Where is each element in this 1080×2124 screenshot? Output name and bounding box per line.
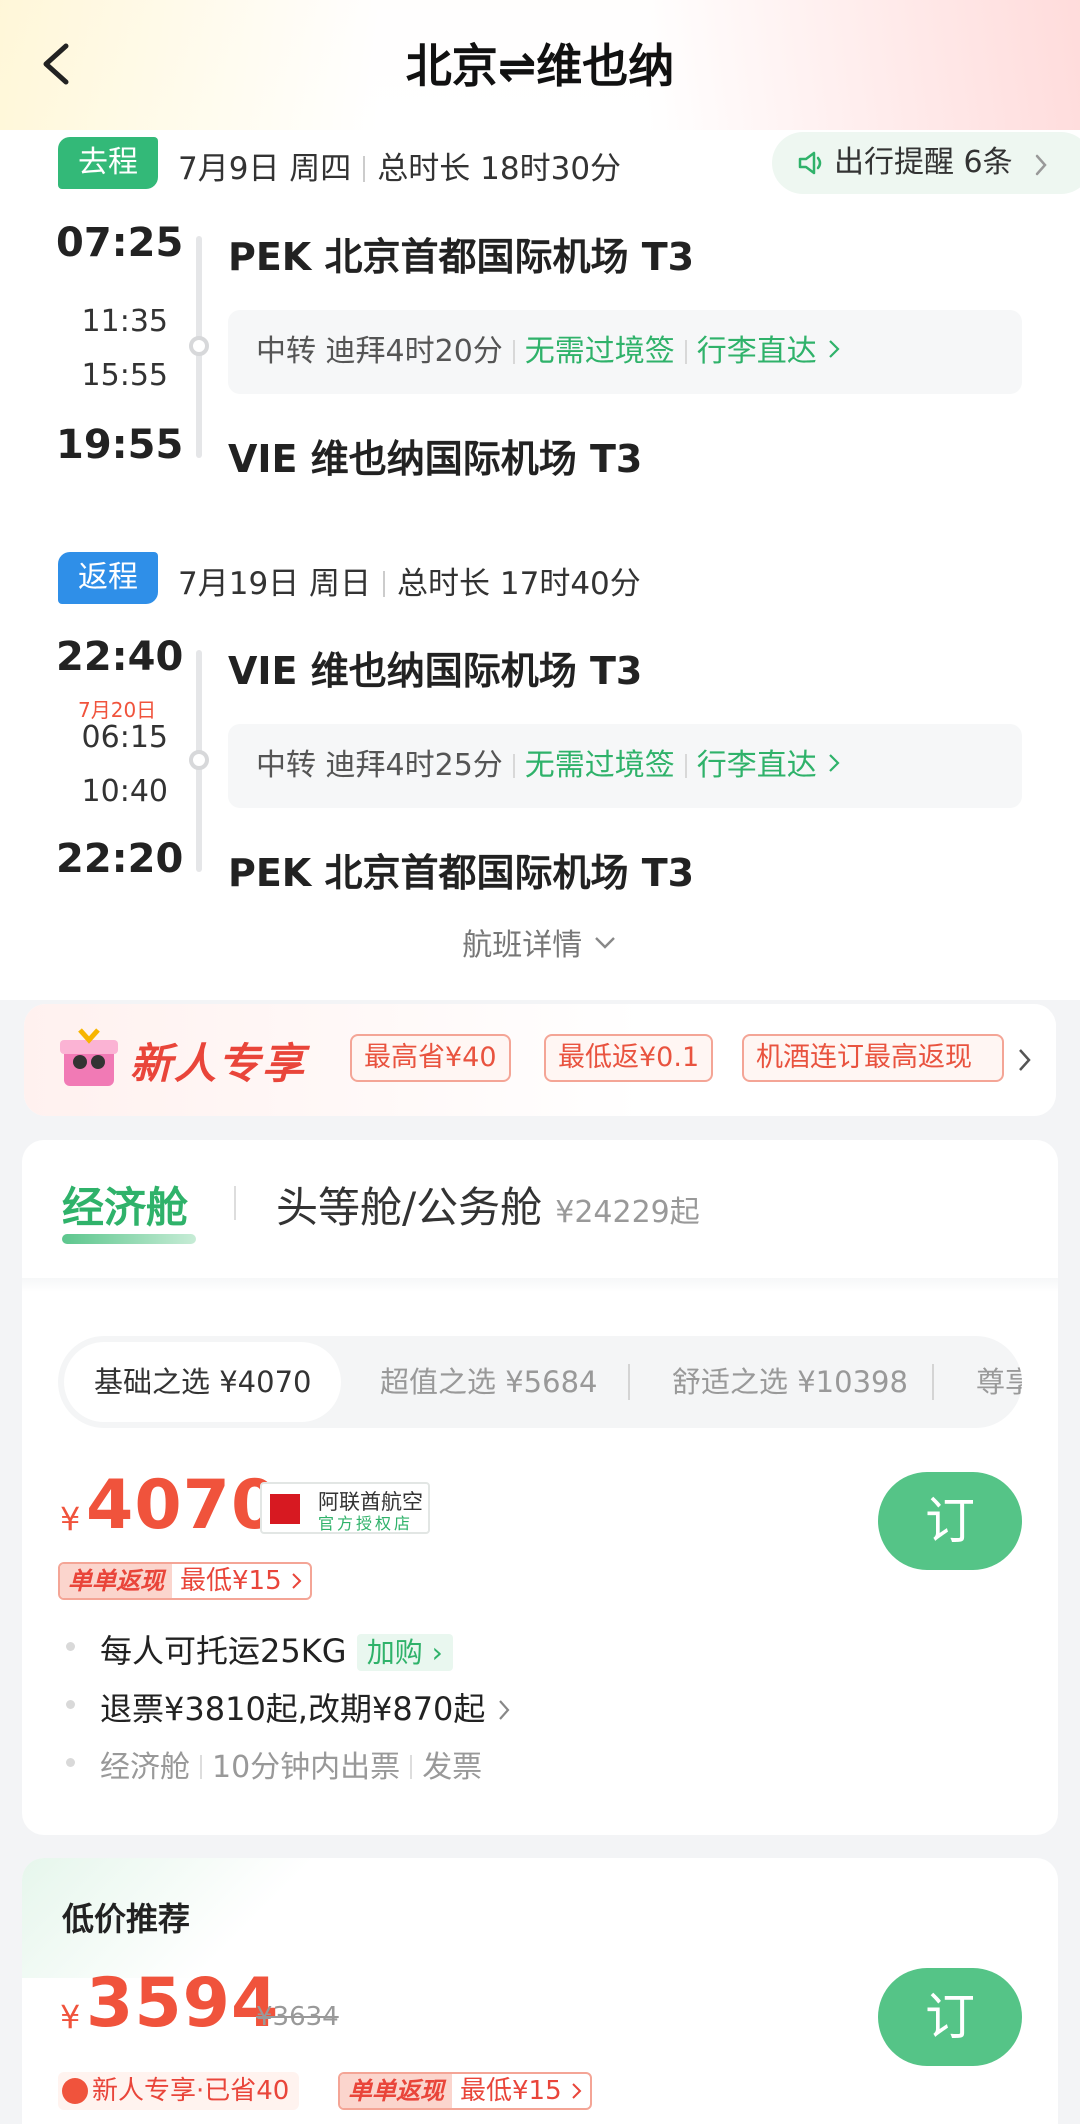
currency-symbol: ¥ [60, 1998, 81, 2036]
cashback-tag[interactable]: 单单返现 最低¥15 [58, 1562, 312, 1600]
baggage-label: 行李直达 [696, 748, 817, 783]
low-price: 3594 [86, 1964, 280, 2043]
cashback-tag[interactable]: 单单返现 最低¥15 [338, 2072, 592, 2110]
new-user-saved-tag: 新人专享·已省40 [58, 2072, 300, 2110]
currency-symbol: ¥ [60, 1500, 81, 1538]
promo-title: 新人专享 [130, 1039, 307, 1088]
transfer-city: 中转 迪拜4时20分 [256, 334, 503, 369]
outbound-dep-time: 07:25 [56, 220, 184, 266]
return-transfer-arr: 06:15 [81, 720, 168, 755]
return-duration: 总时长 17时40分 [397, 566, 641, 602]
outbound-duration: 总时长 18时30分 [377, 151, 622, 187]
add-on-label: 加购 [366, 1636, 423, 1669]
cashback-tag-label: 单单返现 [60, 1564, 172, 1598]
fare-options-bar: 基础之选 ¥4070 超值之选 ¥5684 舒适之选 ¥10398 尊享 [58, 1336, 1022, 1428]
return-transfer-box[interactable]: 中转 迪拜4时25分 无需过境签 行李直达 [228, 724, 1022, 808]
promo-chip: 最高省¥40 [350, 1034, 511, 1082]
chevron-right-icon [829, 340, 840, 358]
fare-option-premium[interactable]: 尊享 [976, 1336, 1022, 1428]
return-transfer-dep: 10:40 [81, 774, 168, 809]
no-visa-label: 无需过境签 [524, 334, 675, 369]
chevron-right-icon [571, 2083, 582, 2099]
original-price: ¥3634 [256, 2002, 339, 2032]
book-button[interactable]: 订 [878, 1472, 1022, 1570]
chevron-right-icon [1019, 1049, 1031, 1071]
bullet [66, 1758, 75, 1767]
bullet [66, 1700, 75, 1709]
outbound-dep-airport: PEK 北京首都国际机场 T3 [228, 235, 695, 279]
outbound-arr-airport: VIE 维也纳国际机场 T3 [228, 437, 643, 481]
tab-business[interactable]: 头等舱/公务舱 ¥24229起 [276, 1174, 700, 1235]
baggage-text: 每人可托运25KG [100, 1632, 347, 1670]
bullet [66, 1642, 75, 1651]
outbound-tag: 去程 [58, 137, 158, 189]
return-dep-airport: VIE 维也纳国际机场 T3 [228, 649, 643, 693]
outbound-transfer-arr: 11:35 [81, 304, 168, 339]
new-user-promo-banner[interactable]: 新人专享 最高省¥40 最低返¥0.1 机酒连订最高返现 [24, 1004, 1056, 1116]
promo-chip: 机酒连订最高返现 [742, 1034, 1004, 1082]
fare-option-basic[interactable]: 基础之选 ¥4070 [64, 1342, 342, 1422]
return-date: 7月19日 周日 [178, 566, 372, 602]
transfer-city: 中转 迪拜4时25分 [256, 748, 503, 783]
cashback-amount: 最低¥15 [460, 2076, 562, 2106]
return-tag: 返程 [58, 552, 158, 604]
cashback-amount: 最低¥15 [180, 1566, 282, 1596]
option-divider [628, 1364, 630, 1400]
business-price: ¥24229起 [555, 1195, 700, 1230]
refund-policy[interactable]: 退票¥3810起,改期¥870起 [100, 1684, 512, 1730]
card-separator [22, 1278, 1058, 1292]
promo-chip: 最低返¥0.1 [544, 1034, 714, 1082]
baggage-allowance: 每人可托运25KG 加购 › [100, 1626, 453, 1672]
outbound-transfer-box[interactable]: 中转 迪拜4时20分 无需过境签 行李直达 [228, 310, 1022, 394]
low-price-title: 低价推荐 [62, 1900, 191, 1938]
chevron-right-icon [829, 754, 840, 772]
fare-option-value[interactable]: 超值之选 ¥5684 [380, 1336, 597, 1428]
reminder-label: 出行提醒 6条 [834, 145, 1013, 180]
travel-reminder[interactable]: 出行提醒 6条 [772, 132, 1080, 194]
airline-auth: 官方授权店 [318, 1514, 414, 1533]
page-title: 北京⇌维也纳 [405, 39, 675, 93]
chevron-right-icon [291, 1573, 302, 1589]
next-day-date: 7月20日 [78, 698, 157, 722]
no-visa-label: 无需过境签 [524, 748, 675, 783]
refund-text: 退票¥3810起,改期¥870起 [100, 1690, 486, 1728]
new-tag-text: 新人专享·已省40 [92, 2076, 290, 2106]
flight-details-label: 航班详情 [462, 928, 583, 963]
speaker-icon [798, 151, 822, 175]
cabin-class: 经济舱 [100, 1750, 190, 1785]
fare-price: 4070 [86, 1466, 280, 1545]
add-on-button[interactable]: 加购 › [356, 1634, 453, 1671]
return-arr-time: 22:20 [56, 836, 184, 882]
timeline-dot [189, 336, 209, 356]
ticketing-time: 10分钟内出票 [212, 1750, 401, 1785]
fare-option-comfort[interactable]: 舒适之选 ¥10398 [672, 1336, 908, 1428]
option-divider [932, 1364, 934, 1400]
gift-mascot-icon [60, 1028, 118, 1086]
down-arrow-icon [62, 2078, 88, 2104]
flight-details-link[interactable]: 航班详情 [0, 920, 1080, 964]
return-dep-time: 22:40 [56, 634, 184, 680]
outbound-transfer-dep: 15:55 [81, 358, 168, 393]
baggage-label: 行李直达 [696, 334, 817, 369]
chevron-right-icon [498, 1700, 510, 1720]
outbound-arr-time: 19:55 [56, 422, 184, 468]
airline-badge: 阿联酋航空 官方授权店 [260, 1482, 430, 1534]
outbound-summary: 7月9日 周四 总时长 18时30分 [178, 143, 621, 188]
return-summary: 7月19日 周日 总时长 17时40分 [178, 558, 641, 603]
fare-attributes: 经济舱 10分钟内出票 发票 [100, 1742, 482, 1786]
tab-economy[interactable]: 经济舱 [62, 1174, 188, 1235]
chevron-down-icon [594, 937, 615, 949]
chevron-right-icon [1035, 154, 1047, 176]
tab-underline [62, 1234, 196, 1244]
low-price-card: 低价推荐 ¥ 3594 ¥3634 订 新人专享·已省40 单单返现 最低¥15 [22, 1858, 1058, 2124]
tab-divider [234, 1186, 236, 1220]
invoice-label: 发票 [422, 1750, 483, 1785]
outbound-date: 7月9日 周四 [178, 151, 352, 187]
airline-logo [270, 1494, 300, 1524]
cashback-tag-label: 单单返现 [340, 2074, 452, 2108]
book-button[interactable]: 订 [878, 1968, 1022, 2066]
tab-business-label: 头等舱/公务舱 [276, 1183, 543, 1232]
return-arr-airport: PEK 北京首都国际机场 T3 [228, 851, 695, 895]
timeline-dot [189, 750, 209, 770]
